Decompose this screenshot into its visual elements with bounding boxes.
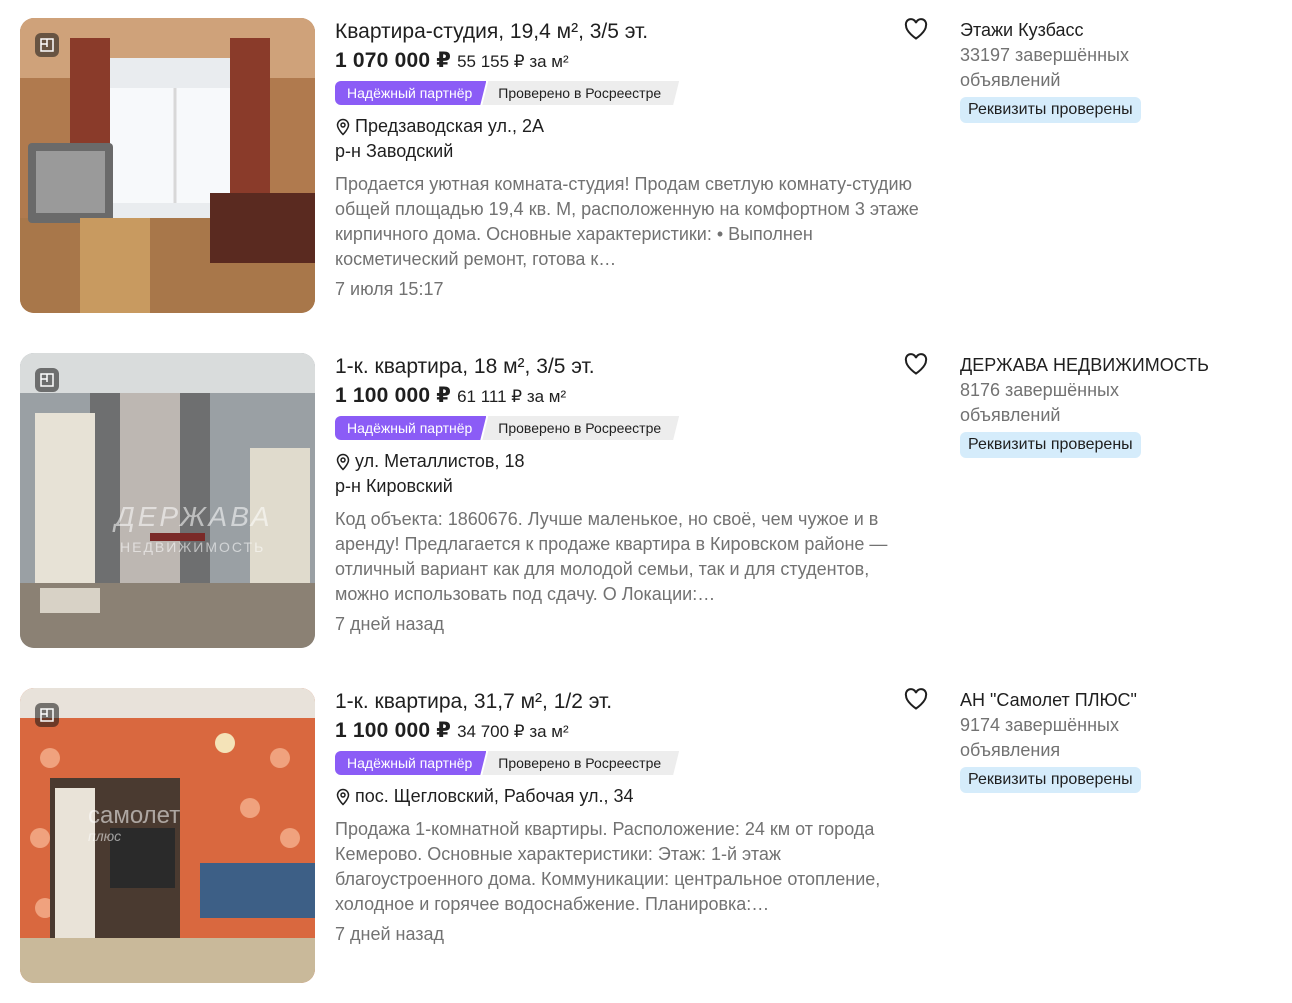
reliable-partner-badge: Надёжный партнёр (335, 751, 486, 775)
seller-completed-count: 9174 завершённых объявления (960, 715, 1119, 760)
rosreestr-checked-badge: Проверено в Росреестре (482, 751, 679, 775)
badges: Надёжный партнёр Проверено в Росреестре (335, 751, 935, 775)
listing-price: 1 100 000 ₽ (335, 384, 452, 407)
listing-title[interactable]: 1-к. квартира, 18 м², 3/5 эт. (335, 354, 935, 380)
seller-name[interactable]: Этажи Кузбасс (960, 18, 1280, 43)
address: ул. Металлистов, 18 (335, 449, 935, 474)
listing-photo[interactable]: самолет плюс (20, 688, 315, 983)
address: Предзаводская ул., 2А (335, 114, 935, 139)
watermark-text: самолет (88, 802, 181, 829)
floor-plan-icon (35, 368, 59, 392)
favorite-heart-icon[interactable] (904, 18, 928, 40)
listing-description: Код объекта: 1860676. Лучше маленькое, н… (335, 509, 888, 604)
seller-completed-count: 33197 завершённых объявлений (960, 45, 1129, 90)
floor-plan-icon (35, 703, 59, 727)
seller-verified-badge: Реквизиты проверены (960, 97, 1141, 123)
seller-name[interactable]: ДЕРЖАВА НЕДВИЖИМОСТЬ (960, 353, 1280, 378)
listing-info: 1-к. квартира, 31,7 м², 1/2 эт. 1 100 00… (335, 688, 935, 947)
location-pin-icon (336, 453, 350, 471)
favorite-heart-icon[interactable] (904, 353, 928, 375)
address-text: ул. Металлистов, 18 (355, 451, 525, 471)
listing-description: Продается уютная комната-студия! Продам … (335, 174, 919, 269)
watermark-subtext: НЕДВИЖИМОСТЬ (120, 539, 266, 555)
price-row: 1 070 000 ₽ 55 155 ₽ за м² (335, 48, 935, 73)
price-row: 1 100 000 ₽ 61 111 ₽ за м² (335, 383, 935, 408)
reliable-partner-badge: Надёжный партнёр (335, 81, 486, 105)
price-per-meter: 61 111 ₽ за м² (457, 387, 567, 406)
listing-card[interactable]: самолет плюс 1-к. квартира, 31,7 м², 1/2… (20, 688, 1280, 988)
seller-verified-badge: Реквизиты проверены (960, 432, 1141, 458)
price-per-meter: 55 155 ₽ за м² (457, 52, 569, 71)
address-text: пос. Щегловский, Рабочая ул., 34 (355, 786, 634, 806)
listing-photo[interactable] (20, 18, 315, 313)
favorite-heart-icon[interactable] (904, 688, 928, 710)
listing-description: Продажа 1-комнатной квартиры. Расположен… (335, 819, 881, 914)
listing-date: 7 дней назад (335, 614, 445, 634)
location-pin-icon (336, 118, 350, 136)
address: пос. Щегловский, Рабочая ул., 34 (335, 784, 935, 809)
seller-block: Этажи Кузбасс 33197 завершённых объявлен… (960, 18, 1280, 123)
seller-verified-badge: Реквизиты проверены (960, 767, 1141, 793)
listing-card[interactable]: ДЕРЖАВА НЕДВИЖИМОСТЬ 1-к. квартира, 18 м… (20, 353, 1280, 653)
watermark-text: ДЕРЖАВА (115, 501, 273, 532)
listing-photo[interactable]: ДЕРЖАВА НЕДВИЖИМОСТЬ (20, 353, 315, 648)
listing-price: 1 100 000 ₽ (335, 719, 452, 742)
badges: Надёжный партнёр Проверено в Росреестре (335, 416, 935, 440)
listing-date: 7 июля 15:17 (335, 279, 444, 299)
address-text: Предзаводская ул., 2А (355, 116, 544, 136)
listing-price: 1 070 000 ₽ (335, 49, 452, 72)
rosreestr-checked-badge: Проверено в Росреестре (482, 416, 679, 440)
seller-block: ДЕРЖАВА НЕДВИЖИМОСТЬ 8176 завершённых об… (960, 353, 1280, 458)
seller-name[interactable]: АН "Самолет ПЛЮС" (960, 688, 1280, 713)
badges: Надёжный партнёр Проверено в Росреестре (335, 81, 935, 105)
district: р-н Кировский (335, 476, 453, 496)
reliable-partner-badge: Надёжный партнёр (335, 416, 486, 440)
seller-block: АН "Самолет ПЛЮС" 9174 завершённых объяв… (960, 688, 1280, 793)
listing-info: 1-к. квартира, 18 м², 3/5 эт. 1 100 000 … (335, 353, 935, 637)
listing-title[interactable]: 1-к. квартира, 31,7 м², 1/2 эт. (335, 689, 935, 715)
district: р-н Заводский (335, 141, 454, 161)
price-per-meter: 34 700 ₽ за м² (457, 722, 569, 741)
listing-date: 7 дней назад (335, 924, 445, 944)
floor-plan-icon (35, 33, 59, 57)
location-pin-icon (336, 788, 350, 806)
listing-title[interactable]: Квартира-студия, 19,4 м², 3/5 эт. (335, 19, 935, 45)
seller-completed-count: 8176 завершённых объявлений (960, 380, 1119, 425)
price-row: 1 100 000 ₽ 34 700 ₽ за м² (335, 718, 935, 743)
listing-info: Квартира-студия, 19,4 м², 3/5 эт. 1 070 … (335, 18, 935, 302)
rosreestr-checked-badge: Проверено в Росреестре (482, 81, 679, 105)
watermark-subtext: плюс (88, 828, 122, 844)
listing-card[interactable]: Квартира-студия, 19,4 м², 3/5 эт. 1 070 … (20, 18, 1280, 318)
